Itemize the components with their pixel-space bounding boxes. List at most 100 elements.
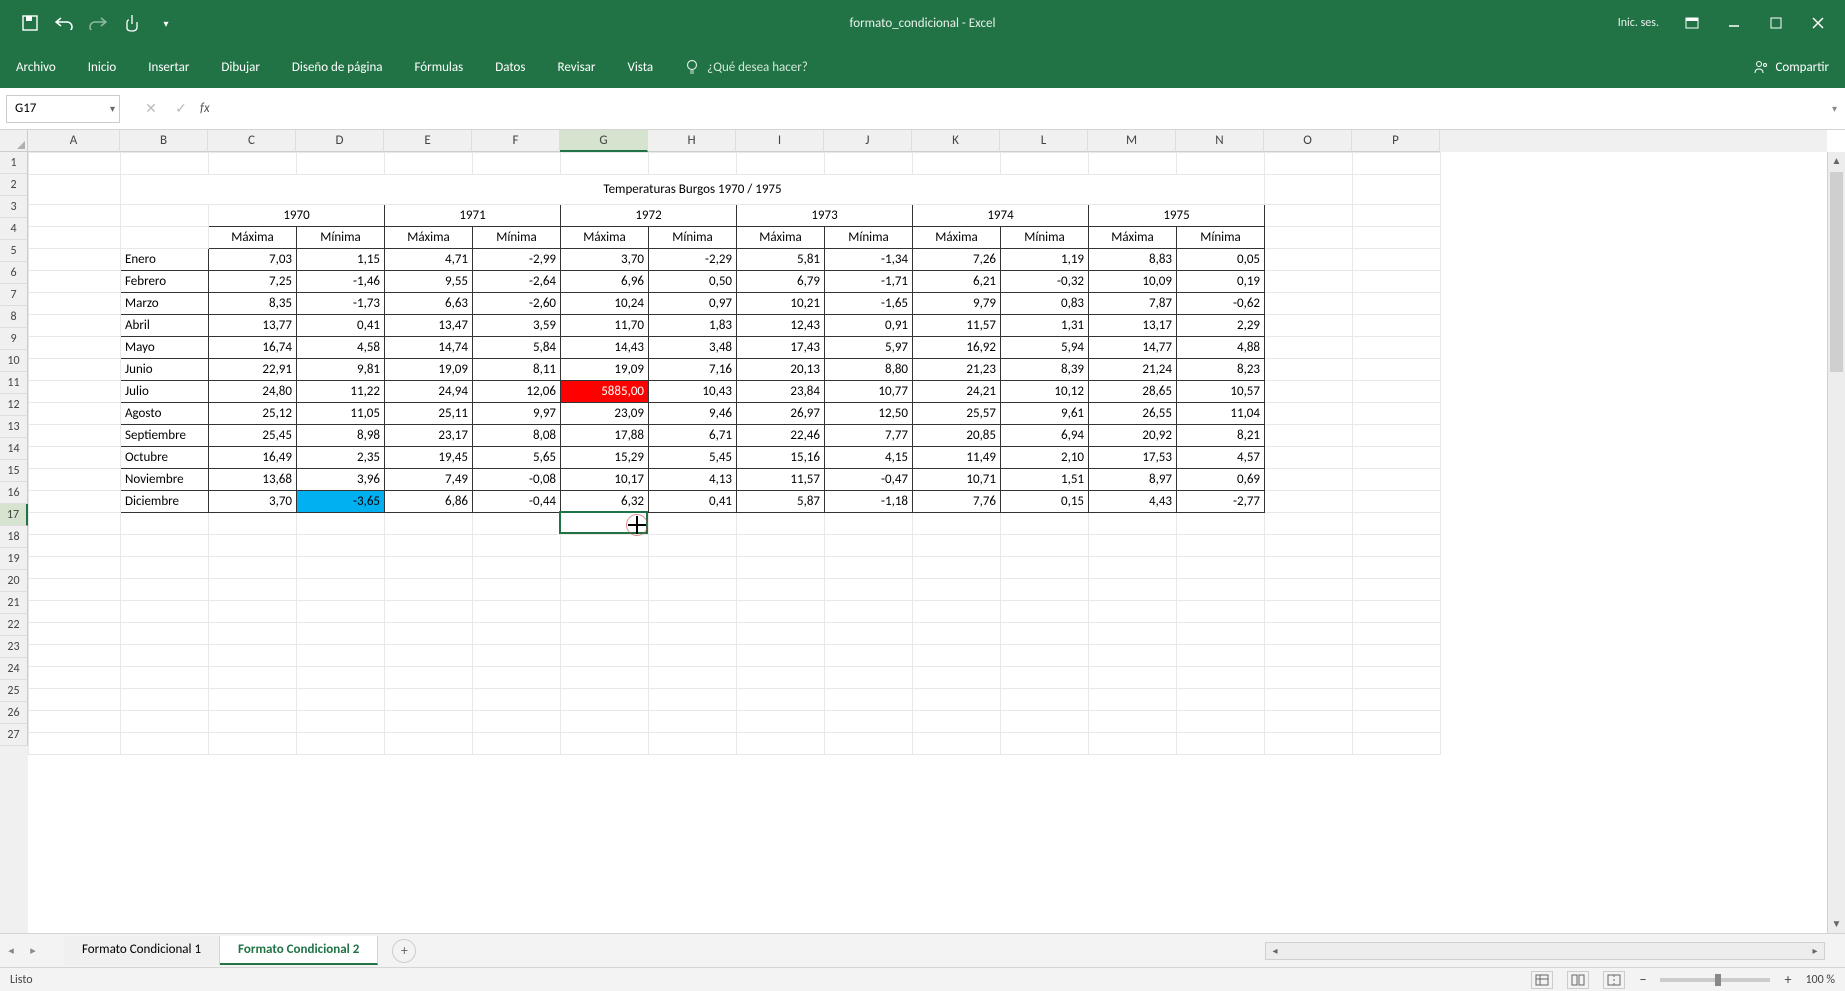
row-header-15[interactable]: 15 xyxy=(0,460,28,482)
data-cell[interactable]: 0,05 xyxy=(1177,249,1265,271)
column-header-J[interactable]: J xyxy=(824,130,912,152)
data-cell[interactable]: 24,80 xyxy=(209,381,297,403)
close-icon[interactable] xyxy=(1809,14,1827,32)
data-cell[interactable]: 11,70 xyxy=(561,315,649,337)
data-cell[interactable]: 24,21 xyxy=(913,381,1001,403)
data-cell[interactable]: 19,45 xyxy=(385,447,473,469)
data-cell[interactable]: 5,97 xyxy=(825,337,913,359)
data-cell[interactable]: 5,94 xyxy=(1001,337,1089,359)
data-cell[interactable]: 1,31 xyxy=(1001,315,1089,337)
data-cell[interactable]: 15,16 xyxy=(737,447,825,469)
column-header-C[interactable]: C xyxy=(208,130,296,152)
data-cell[interactable]: 4,13 xyxy=(649,469,737,491)
data-cell[interactable]: 6,86 xyxy=(385,491,473,513)
row-header-27[interactable]: 27 xyxy=(0,724,28,746)
tab-inicio[interactable]: Inicio xyxy=(72,46,132,88)
cells-area[interactable]: Temperaturas Burgos 1970 / 1975197019711… xyxy=(28,152,1827,933)
data-cell[interactable]: 9,79 xyxy=(913,293,1001,315)
data-cell[interactable]: 9,61 xyxy=(1001,403,1089,425)
data-cell[interactable]: 1,15 xyxy=(297,249,385,271)
row-header-5[interactable]: 5 xyxy=(0,240,28,262)
data-cell[interactable]: 5,87 xyxy=(737,491,825,513)
data-cell[interactable]: 26,55 xyxy=(1089,403,1177,425)
ribbon-display-icon[interactable] xyxy=(1683,14,1701,32)
data-cell[interactable]: 7,87 xyxy=(1089,293,1177,315)
view-pagebreak-icon[interactable] xyxy=(1603,971,1625,989)
data-cell[interactable]: 23,17 xyxy=(385,425,473,447)
row-header-14[interactable]: 14 xyxy=(0,438,28,460)
data-cell[interactable]: 10,57 xyxy=(1177,381,1265,403)
data-cell[interactable]: 6,94 xyxy=(1001,425,1089,447)
data-cell[interactable]: 0,19 xyxy=(1177,271,1265,293)
data-cell[interactable]: 8,35 xyxy=(209,293,297,315)
row-header-11[interactable]: 11 xyxy=(0,372,28,394)
data-cell[interactable]: 0,41 xyxy=(297,315,385,337)
row-header-21[interactable]: 21 xyxy=(0,592,28,614)
data-cell[interactable]: 17,53 xyxy=(1089,447,1177,469)
scroll-down-icon[interactable]: ▼ xyxy=(1828,915,1845,933)
data-cell[interactable]: 11,22 xyxy=(297,381,385,403)
data-cell[interactable]: 13,68 xyxy=(209,469,297,491)
data-cell[interactable]: 11,49 xyxy=(913,447,1001,469)
data-cell[interactable]: 23,84 xyxy=(737,381,825,403)
data-cell[interactable]: 21,24 xyxy=(1089,359,1177,381)
column-header-N[interactable]: N xyxy=(1176,130,1264,152)
row-header-25[interactable]: 25 xyxy=(0,680,28,702)
redo-icon[interactable] xyxy=(88,13,108,33)
column-header-D[interactable]: D xyxy=(296,130,384,152)
zoom-slider[interactable] xyxy=(1660,978,1770,982)
data-cell[interactable]: 25,57 xyxy=(913,403,1001,425)
sheet-nav-next[interactable]: ▸ xyxy=(22,944,44,957)
data-cell[interactable]: 9,46 xyxy=(649,403,737,425)
data-cell[interactable]: 8,39 xyxy=(1001,359,1089,381)
fx-label[interactable]: fx xyxy=(200,101,210,116)
data-cell[interactable]: 3,48 xyxy=(649,337,737,359)
scroll-up-icon[interactable]: ▲ xyxy=(1828,152,1845,170)
data-cell[interactable]: 7,25 xyxy=(209,271,297,293)
row-header-4[interactable]: 4 xyxy=(0,218,28,240)
data-cell[interactable]: 7,77 xyxy=(825,425,913,447)
data-cell[interactable]: 3,96 xyxy=(297,469,385,491)
data-cell[interactable]: 8,08 xyxy=(473,425,561,447)
zoom-level[interactable]: 100 % xyxy=(1805,973,1835,987)
data-cell[interactable]: 11,04 xyxy=(1177,403,1265,425)
data-cell[interactable]: -0,62 xyxy=(1177,293,1265,315)
data-cell[interactable]: 13,17 xyxy=(1089,315,1177,337)
data-cell[interactable]: 7,16 xyxy=(649,359,737,381)
data-cell[interactable]: 4,57 xyxy=(1177,447,1265,469)
data-cell[interactable]: 0,97 xyxy=(649,293,737,315)
tab-archivo[interactable]: Archivo xyxy=(0,46,72,88)
data-cell[interactable]: 0,83 xyxy=(1001,293,1089,315)
row-header-24[interactable]: 24 xyxy=(0,658,28,680)
data-cell[interactable]: 20,85 xyxy=(913,425,1001,447)
sheet-tab-1[interactable]: Formato Condicional 1 xyxy=(64,936,220,965)
data-cell[interactable]: 25,11 xyxy=(385,403,473,425)
data-cell[interactable]: 2,35 xyxy=(297,447,385,469)
row-header-22[interactable]: 22 xyxy=(0,614,28,636)
undo-icon[interactable] xyxy=(54,13,74,33)
data-cell[interactable]: 4,15 xyxy=(825,447,913,469)
row-header-6[interactable]: 6 xyxy=(0,262,28,284)
share-button[interactable]: Compartir xyxy=(1753,59,1829,75)
data-cell[interactable]: 15,29 xyxy=(561,447,649,469)
data-cell[interactable]: 7,26 xyxy=(913,249,1001,271)
data-cell[interactable]: 14,74 xyxy=(385,337,473,359)
data-cell[interactable]: 7,49 xyxy=(385,469,473,491)
sheet-nav-prev[interactable]: ◂ xyxy=(0,944,22,957)
data-cell[interactable]: 6,21 xyxy=(913,271,1001,293)
add-sheet-button[interactable]: + xyxy=(392,939,416,963)
scroll-left-icon[interactable]: ◂ xyxy=(1266,944,1284,957)
data-cell[interactable]: 17,43 xyxy=(737,337,825,359)
row-header-9[interactable]: 9 xyxy=(0,328,28,350)
data-cell[interactable]: -1,46 xyxy=(297,271,385,293)
row-header-18[interactable]: 18 xyxy=(0,526,28,548)
data-cell[interactable]: 10,71 xyxy=(913,469,1001,491)
data-cell[interactable]: 3,70 xyxy=(209,491,297,513)
column-header-P[interactable]: P xyxy=(1352,130,1440,152)
data-cell[interactable]: -1,18 xyxy=(825,491,913,513)
data-cell[interactable]: 11,05 xyxy=(297,403,385,425)
data-cell[interactable]: 14,43 xyxy=(561,337,649,359)
row-header-16[interactable]: 16 xyxy=(0,482,28,504)
data-cell[interactable]: 12,50 xyxy=(825,403,913,425)
row-header-20[interactable]: 20 xyxy=(0,570,28,592)
